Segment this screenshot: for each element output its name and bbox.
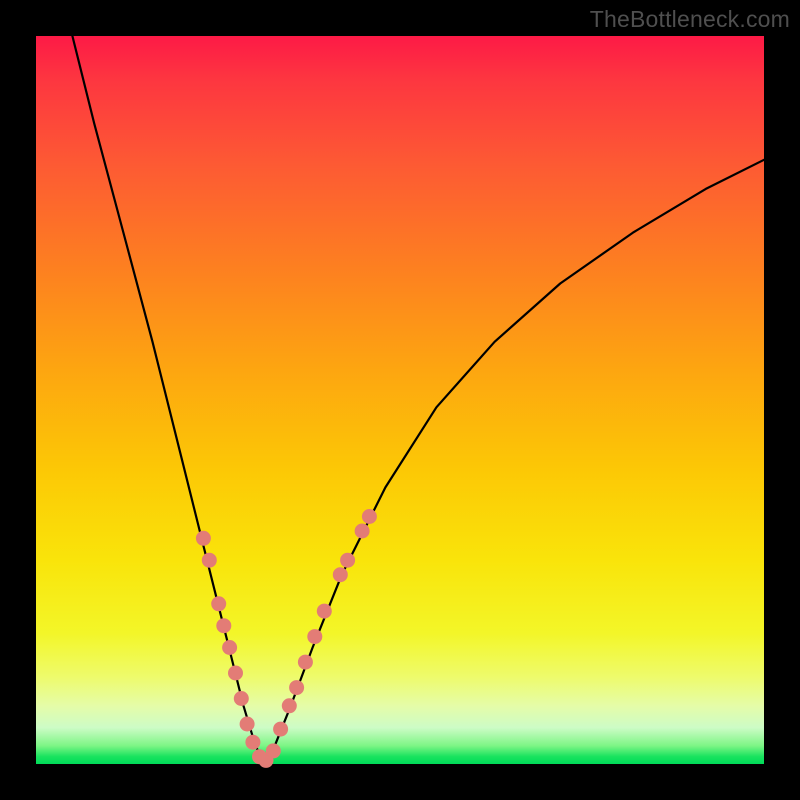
curve-svg xyxy=(36,36,764,764)
curve-marker xyxy=(289,680,304,695)
curve-marker xyxy=(362,509,377,524)
curve-marker xyxy=(245,735,260,750)
curve-marker xyxy=(222,640,237,655)
curve-marker xyxy=(216,618,231,633)
marker-group xyxy=(196,509,377,768)
curve-marker xyxy=(273,722,288,737)
curve-marker xyxy=(228,666,243,681)
curve-marker xyxy=(240,717,255,732)
curve-marker xyxy=(202,553,217,568)
curve-marker xyxy=(282,698,297,713)
curve-marker xyxy=(211,596,226,611)
curve-marker xyxy=(333,567,348,582)
curve-marker xyxy=(317,604,332,619)
curve-marker xyxy=(340,553,355,568)
curve-marker xyxy=(298,655,313,670)
curve-marker xyxy=(355,524,370,539)
curve-marker xyxy=(234,691,249,706)
curve-marker xyxy=(196,531,211,546)
curve-marker xyxy=(307,629,322,644)
bottleneck-curve xyxy=(72,36,764,760)
chart-frame: TheBottleneck.com xyxy=(0,0,800,800)
watermark-text: TheBottleneck.com xyxy=(590,6,790,33)
plot-area xyxy=(36,36,764,764)
curve-marker xyxy=(266,743,281,758)
